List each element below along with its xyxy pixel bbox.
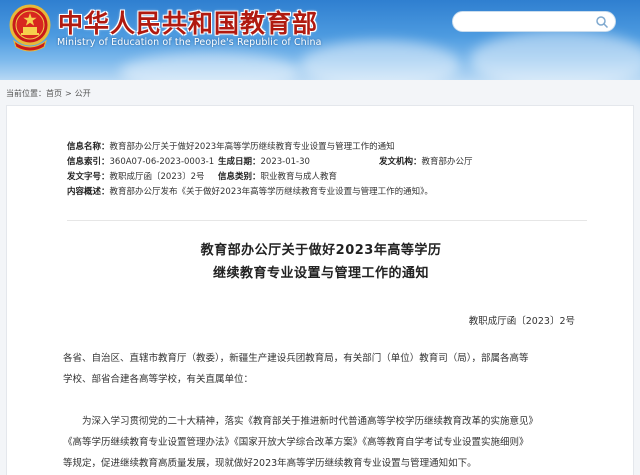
meta-value: 教育部办公厅 [421,157,473,167]
national-emblem-icon[interactable] [8,3,52,53]
meta-row-docno: 发文字号：教职成厅函〔2023〕2号 信息类别：职业教育与成人教育 [67,170,587,185]
metadata-table: 信息名称：教育部办公厅关于做好2023年高等学历继续教育专业设置与管理工作的通知… [67,140,587,200]
meta-value: 2023-01-30 [260,157,310,167]
meta-value: 教职成厅函〔2023〕2号 [109,172,205,182]
meta-value: 教育部办公厅发布《关于做好2023年高等学历继续教育专业设置与管理工作的通知》。 [109,187,433,197]
header-cloud [300,40,460,80]
header-cloud [470,30,640,80]
meta-divider [67,220,587,221]
document-title-line: 继续教育专业设置与管理工作的通知 [212,266,429,281]
meta-label: 内容概述： [67,187,110,197]
body-paragraph-line: 《高等学历继续教育专业设置管理办法》《国家开放大学综合改革方案》《高等教育自学考… [63,437,529,448]
site-subtitle: Ministry of Education of the People's Re… [57,37,322,48]
search-input[interactable] [452,11,616,32]
breadcrumb: 当前位置：首页 > 公开 [6,87,91,101]
meta-row-name: 信息名称：教育部办公厅关于做好2023年高等学历继续教育专业设置与管理工作的通知 [67,140,587,155]
site-title[interactable]: 中华人民共和国教育部 [58,4,318,40]
site-header: 中华人民共和国教育部 Ministry of Education of the … [0,0,640,80]
body-paragraph-line: 等规定，促进继续教育高质量发展，现就做好2023年高等学历继续教育专业设置与管理… [63,458,477,469]
breadcrumb-prefix: 当前位置： [6,89,46,98]
breadcrumb-item-home[interactable]: 首页 [46,87,62,101]
addressee-line: 学校、部省合建各高等学校，有关直属单位： [63,374,254,385]
meta-label: 发文字号： [67,172,110,182]
header-cloud [120,52,300,80]
breadcrumb-separator: > [65,89,72,98]
meta-value: 职业教育与成人教育 [260,172,338,182]
meta-label: 发文机构： [379,157,422,167]
meta-label: 信息类别： [218,172,261,182]
meta-label: 信息名称： [67,142,110,152]
body-paragraph-line: 为深入学习贯彻党的二十大精神，落实《教育部关于推进新时代普通高等学校学历继续教育… [82,416,539,427]
search-icon[interactable] [595,15,609,29]
document-title-line: 教育部办公厅关于做好2023年高等学历 [200,243,442,258]
addressee-line: 各省、自治区、直辖市教育厅（教委），新疆生产建设兵团教育局，有关部门（单位）教育… [63,353,529,364]
meta-label: 信息索引： [67,157,110,167]
meta-value: 教育部办公厅关于做好2023年高等学历继续教育专业设置与管理工作的通知 [109,142,395,152]
breadcrumb-item-public[interactable]: 公开 [75,87,91,101]
meta-row-summary: 内容概述：教育部办公厅发布《关于做好2023年高等学历继续教育专业设置与管理工作… [67,185,587,200]
meta-label: 生成日期： [218,157,261,167]
meta-value: 360A07-06-2023-0003-1 [109,157,215,167]
meta-row-index: 信息索引：360A07-06-2023-0003-1 生成日期：2023-01-… [67,155,587,170]
article-content: 信息名称：教育部办公厅关于做好2023年高等学历继续教育专业设置与管理工作的通知… [6,105,634,475]
document-number: 教职成厅函〔2023〕2号 [468,316,575,327]
